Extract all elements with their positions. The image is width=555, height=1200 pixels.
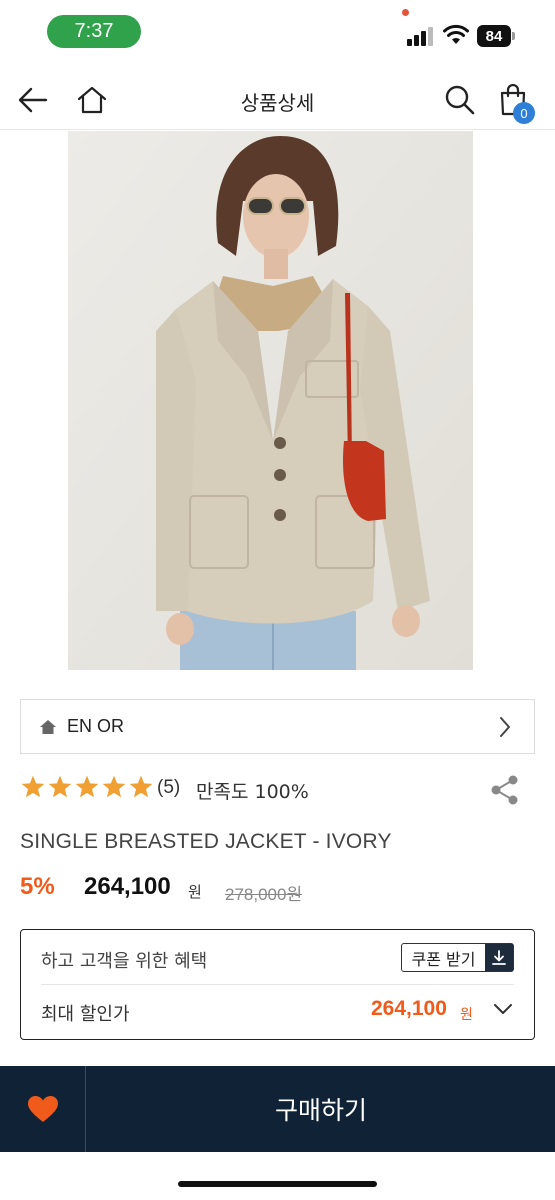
product-name: SINGLE BREASTED JACKET - IVORY (20, 830, 392, 853)
status-time: 7:37 (47, 15, 141, 48)
sale-price-unit: 원 (188, 883, 202, 901)
chevron-down-icon[interactable] (493, 1002, 513, 1016)
coupon-label: 쿠폰 받기 (411, 949, 476, 969)
status-bar: 7:37 84 (0, 0, 555, 62)
home-indicator (178, 1181, 377, 1187)
top-navigation-bar: 상품상세 0 (0, 70, 555, 130)
original-price: 278,000원 (225, 885, 303, 904)
sale-price: 264,100 (84, 873, 171, 900)
wifi-icon (443, 24, 469, 44)
max-discount-label: 최대 할인가 (41, 1004, 130, 1025)
recording-dot-icon (402, 9, 409, 16)
download-icon (485, 944, 513, 971)
discount-rate: 5% (20, 873, 55, 900)
battery-level: 84 (477, 25, 511, 47)
cart-button[interactable]: 0 (495, 82, 535, 124)
product-image[interactable] (68, 131, 473, 670)
rating-row: (5) 만족도 100% (20, 772, 535, 806)
star-icon (102, 775, 126, 798)
coupon-download-button[interactable]: 쿠폰 받기 (401, 943, 514, 972)
battery-cap (512, 32, 515, 40)
max-discount-price: 264,100 (371, 997, 447, 1020)
product-photo (68, 131, 473, 670)
wishlist-button[interactable] (0, 1066, 86, 1152)
price-row: 5% 264,100 원 278,000원 (20, 873, 535, 907)
divider (41, 984, 514, 985)
benefit-box: 하고 고객을 위한 혜택 쿠폰 받기 최대 할인가 264,100 원 (20, 929, 535, 1040)
satisfaction-rate: 만족도 100% (196, 781, 309, 803)
brand-shop-link[interactable]: EN OR (20, 699, 535, 754)
purchase-bar: 구매하기 (0, 1066, 555, 1152)
review-count[interactable]: (5) (157, 777, 180, 799)
search-icon (445, 85, 475, 115)
star-icon (48, 775, 72, 798)
star-rating[interactable] (20, 774, 154, 800)
chevron-right-icon (500, 717, 510, 737)
share-icon[interactable] (490, 774, 520, 806)
heart-icon (27, 1096, 58, 1122)
battery-indicator: 84 (477, 25, 515, 47)
shop-home-icon (40, 720, 56, 734)
cellular-signal-icon (407, 27, 433, 46)
brand-name: EN OR (67, 716, 125, 736)
cart-count-badge: 0 (513, 102, 535, 124)
max-discount-unit: 원 (460, 1007, 473, 1023)
star-icon (75, 775, 99, 798)
search-button[interactable] (442, 82, 478, 118)
star-icon (21, 775, 45, 798)
buy-button[interactable]: 구매하기 (87, 1066, 555, 1152)
benefit-label: 하고 고객을 위한 혜택 (41, 951, 208, 972)
star-icon (129, 775, 153, 798)
